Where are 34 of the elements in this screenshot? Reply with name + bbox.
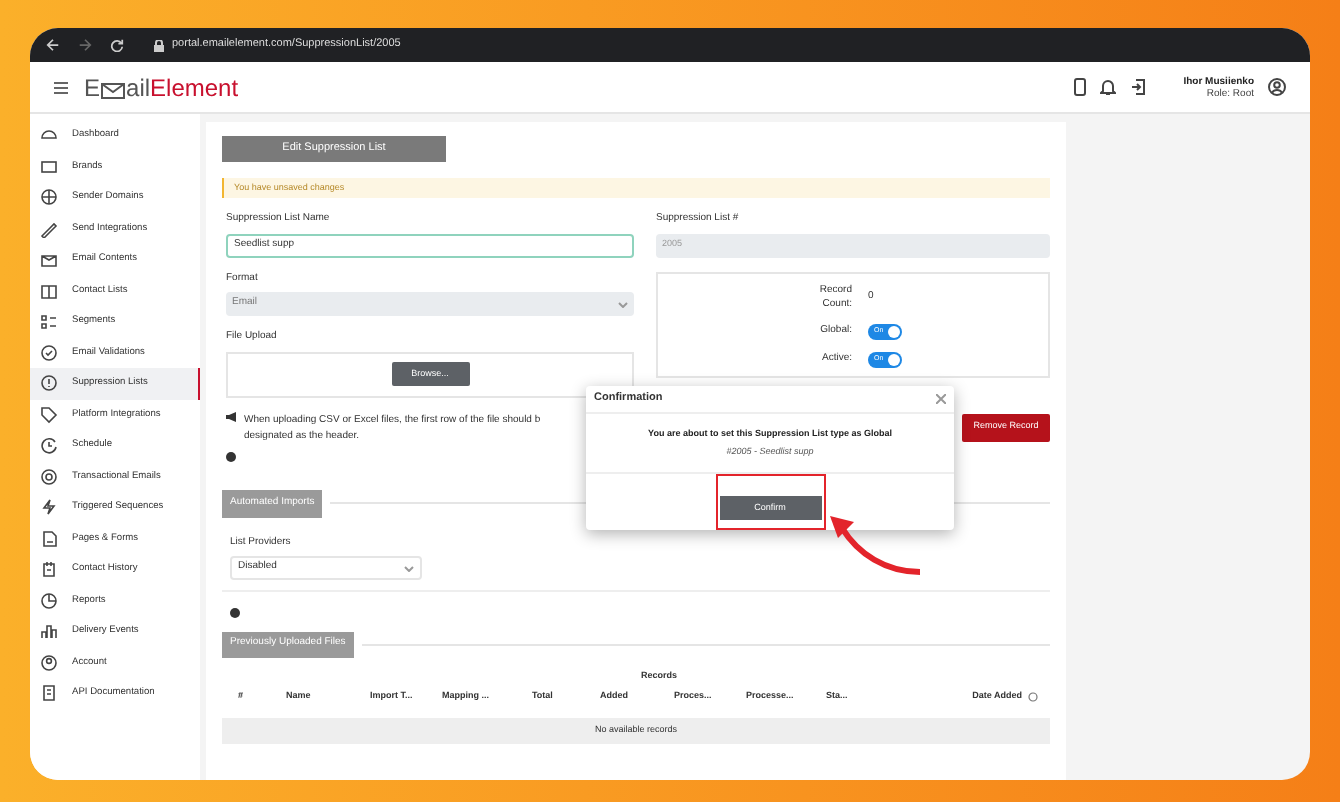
user-circle-icon [40,653,58,672]
curved-arrow-icon [826,514,922,576]
bar-chart-icon [40,622,58,641]
close-icon[interactable] [936,394,946,405]
lock-icon [154,39,164,51]
globe-icon [40,188,58,207]
back-icon[interactable] [46,38,60,52]
logo-text: E [84,75,101,99]
forward-icon[interactable] [78,38,92,52]
envelope-logo-icon [100,81,127,99]
chevron-down-icon [618,301,628,307]
document-icon [40,529,58,548]
card-icon [40,157,58,176]
megaphone-icon [226,411,238,421]
document-icon [40,684,58,703]
logo-text: Element [150,75,239,99]
bell-icon[interactable] [1099,78,1116,96]
list-icon [40,312,58,331]
logo-text: ail [126,75,151,99]
clipboard-icon [40,560,58,579]
check-circle-icon [40,343,58,362]
reload-icon[interactable] [110,38,124,52]
clock-icon [40,436,58,455]
user-avatar-icon[interactable] [1268,78,1286,96]
book-icon [40,281,58,300]
chevron-down-icon [404,565,414,571]
phone-icon[interactable] [1073,78,1086,96]
menu-icon[interactable] [54,81,68,93]
tag-icon [40,405,58,424]
exit-door-icon[interactable] [1129,78,1146,96]
lightning-icon [40,498,58,517]
exclamation-circle-icon [40,374,58,393]
envelope-icon [40,250,58,269]
pie-chart-icon [40,591,58,610]
